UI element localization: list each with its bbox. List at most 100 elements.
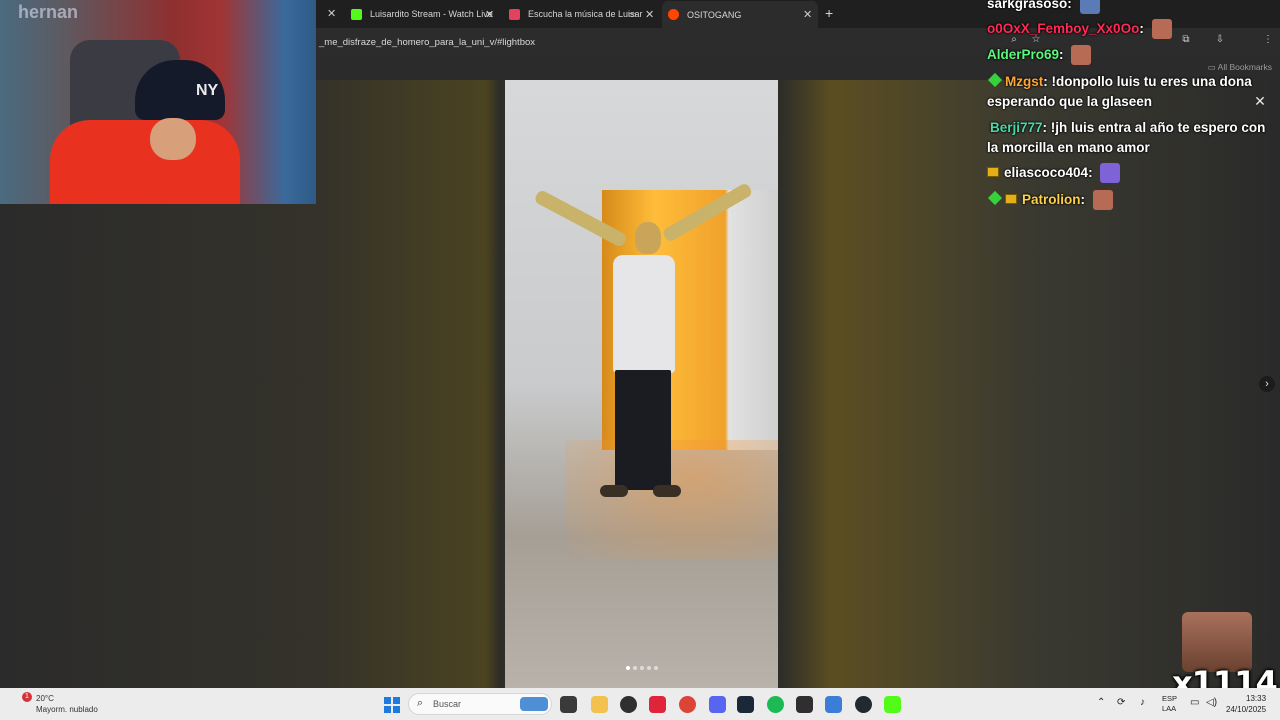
- new-tab-button[interactable]: +: [825, 5, 833, 21]
- keyboard-layout: LAA: [1162, 704, 1177, 713]
- chat-username: Patrolion: [1022, 192, 1081, 207]
- chat-separator: :: [1059, 47, 1068, 62]
- kick-icon[interactable]: [884, 696, 901, 713]
- chat-separator: :: [1080, 192, 1089, 207]
- notification-badge: 1: [22, 692, 32, 702]
- crown-badge-icon: [1005, 194, 1017, 204]
- windows-logo-icon: [384, 706, 391, 713]
- task-view-icon[interactable]: [560, 696, 577, 713]
- discord-icon[interactable]: [709, 696, 726, 713]
- system-clock[interactable]: 13:33 24/10/2025: [1226, 693, 1266, 715]
- kick-favicon-icon: [351, 8, 362, 20]
- floor-glow: [565, 440, 778, 560]
- chat-separator: :: [1043, 74, 1052, 89]
- tab-music[interactable]: Escucha la música de Luisar ▭ ✕: [503, 3, 659, 25]
- clock-time: 13:33: [1246, 694, 1267, 703]
- chat-emote-icon: [1151, 19, 1172, 40]
- language-code: ESP: [1162, 694, 1178, 703]
- chat-separator: :: [1088, 165, 1097, 180]
- chat-message: o0OxX_Femboy_Xx0Oo:: [987, 19, 1277, 40]
- chrome-icon[interactable]: [679, 696, 696, 713]
- tab-luisardito-stream[interactable]: Luisardito Stream - Watch Live ✕: [345, 3, 501, 25]
- reddit-favicon-icon: [668, 9, 679, 20]
- chat-message: Berji777: !jh luis entra al año te esper…: [987, 118, 1277, 158]
- close-tab-icon[interactable]: ✕: [327, 7, 336, 20]
- chevron-up-icon[interactable]: ⌃: [1097, 697, 1105, 708]
- microphone-icon[interactable]: ♪: [1140, 697, 1145, 708]
- chat-message: AlderPro69:: [987, 45, 1277, 66]
- chat-message: Patrolion:: [987, 190, 1277, 211]
- person-left-shoe: [600, 485, 628, 497]
- steam-icon[interactable]: [737, 696, 754, 713]
- spotify-icon[interactable]: [767, 696, 784, 713]
- person-legs: [615, 370, 671, 490]
- notepad-icon[interactable]: [825, 696, 842, 713]
- search-highlight-icon: [520, 697, 548, 711]
- windows-logo-icon: [393, 706, 400, 713]
- carousel-dots[interactable]: [626, 666, 658, 670]
- windows-logo-icon: [393, 697, 400, 704]
- xbox-icon[interactable]: [620, 696, 637, 713]
- tab-title: Escucha la música de Luisar: [528, 9, 643, 19]
- close-tab-icon[interactable]: ✕: [485, 8, 494, 21]
- next-image-button[interactable]: ›: [1259, 376, 1275, 392]
- chat-message: eliascoco404:: [987, 163, 1277, 184]
- chat-username: o0OxX_Femboy_Xx0Oo: [987, 21, 1140, 36]
- cast-icon: ▭: [628, 8, 637, 19]
- tab-ositogang[interactable]: OSITOGANG ✕: [662, 1, 818, 28]
- app-red-icon[interactable]: [649, 696, 666, 713]
- chat-emote-icon: [1100, 163, 1121, 184]
- reaction-emote-image: [1182, 612, 1252, 672]
- chat-message: sarkgrasoso:: [987, 0, 1277, 15]
- chat-username: eliascoco404: [1004, 165, 1089, 180]
- crown-badge-icon: [987, 167, 999, 177]
- chat-username: sarkgrasoso: [987, 0, 1068, 11]
- start-button[interactable]: [384, 697, 400, 713]
- carousel-dot[interactable]: [647, 666, 651, 670]
- chat-emote-icon: [1079, 0, 1100, 15]
- person-head: [635, 222, 661, 254]
- carousel-dot[interactable]: [626, 666, 630, 670]
- url-field[interactable]: _me_disfraze_de_homero_para_la_uni_v/#li…: [319, 37, 535, 48]
- streamer-shirt: [50, 120, 240, 204]
- chat-emote-icon: [1092, 190, 1113, 211]
- weather-description: Mayorm. nublado: [36, 705, 98, 714]
- taskbar-search[interactable]: ⌕ Buscar: [408, 693, 552, 715]
- chat-message: Mzgst: !donpollo luis tu eres una dona e…: [987, 72, 1277, 112]
- tab-title: Luisardito Stream - Watch Live: [370, 9, 493, 19]
- chat-username: AlderPro69: [987, 47, 1060, 62]
- close-tab-icon[interactable]: ✕: [645, 8, 654, 21]
- streamer-hand: [150, 118, 196, 160]
- carousel-dot[interactable]: [633, 666, 637, 670]
- search-placeholder: Buscar: [433, 699, 462, 709]
- close-tab-icon[interactable]: ✕: [803, 8, 812, 21]
- stream-chat-overlay: sarkgrasoso: o0OxX_Femboy_Xx0Oo: AlderPr…: [984, 0, 1280, 214]
- network-icon[interactable]: ▭: [1190, 697, 1199, 708]
- screen: ✕ Luisardito Stream - Watch Live ✕ Escuc…: [0, 0, 1280, 720]
- sync-icon[interactable]: ⟳: [1117, 697, 1125, 708]
- weather-temperature: 20°C: [36, 694, 54, 703]
- neon-sign: hernan: [18, 2, 79, 22]
- person-right-shoe: [653, 485, 681, 497]
- chat-username: Berji777: [990, 120, 1043, 135]
- file-explorer-icon[interactable]: [591, 696, 608, 713]
- obs-icon[interactable]: [796, 696, 813, 713]
- carousel-dot[interactable]: [654, 666, 658, 670]
- chat-username: Mzgst: [1005, 74, 1044, 89]
- windows-logo-icon: [384, 697, 391, 704]
- chat-separator: :: [1139, 21, 1148, 36]
- volume-icon[interactable]: ◁): [1206, 697, 1217, 708]
- tab-title: OSITOGANG: [687, 9, 742, 20]
- person-torso: [613, 255, 675, 373]
- chat-separator: :: [1067, 0, 1076, 11]
- sub-badge-icon: [987, 190, 1003, 206]
- chat-emote-icon: [1071, 45, 1092, 66]
- lightbox-image: [505, 80, 778, 688]
- youtube-music-favicon-icon: [509, 8, 520, 20]
- webcam-overlay: hernan NY: [0, 0, 316, 204]
- windows-taskbar: 1 20°C Mayorm. nublado ⌕ Buscar ⌃ ⟳ ♪ ES…: [0, 688, 1280, 720]
- github-desktop-icon[interactable]: [855, 696, 872, 713]
- carousel-dot[interactable]: [640, 666, 644, 670]
- language-indicator[interactable]: ESP LAA: [1162, 694, 1177, 714]
- chat-separator: :: [1042, 120, 1051, 135]
